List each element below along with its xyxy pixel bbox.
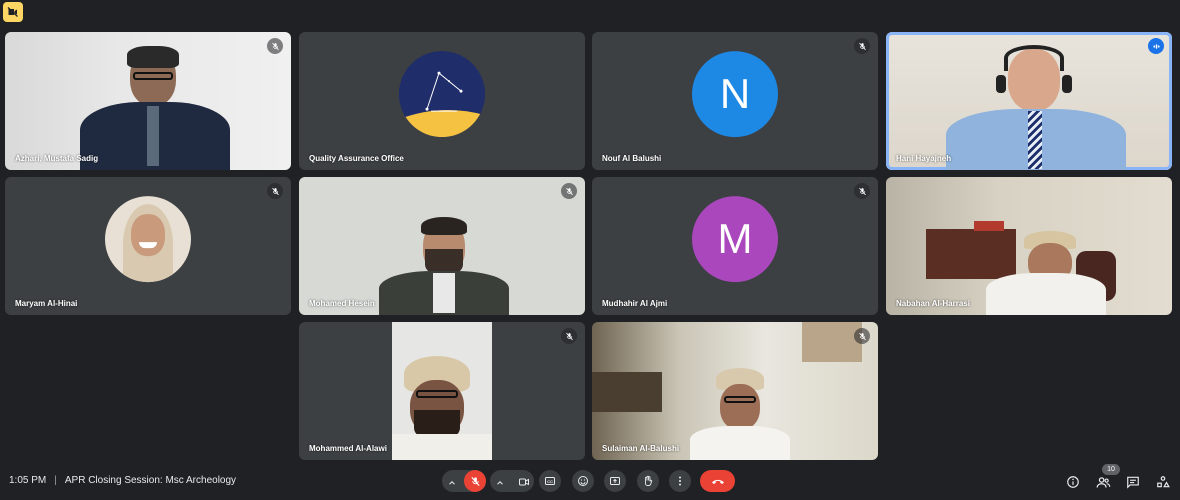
raise-hand-icon (645, 475, 653, 486)
separator: | (54, 475, 57, 486)
avatar: N (692, 51, 778, 138)
raise-hand-button[interactable] (637, 470, 659, 492)
people-button[interactable] (1094, 473, 1112, 491)
chat-icon (1127, 476, 1139, 489)
mic-off-icon (267, 38, 283, 54)
chat-button[interactable] (1124, 473, 1142, 491)
participant-video (946, 37, 1126, 170)
participant-name: Maryam Al-Hinai (15, 299, 78, 308)
meeting-info: 1:05 PM | APR Closing Session: Msc Arche… (9, 475, 236, 486)
camera-off-notice-icon[interactable] (3, 2, 23, 22)
mic-off-icon (470, 476, 480, 486)
participant-tile[interactable]: N Nouf Al Balushi (592, 32, 878, 170)
participant-name: Sulaiman Al-Balushi (602, 444, 680, 453)
participant-video (392, 322, 492, 460)
participant-name: Mudhahir Al Ajmi (602, 299, 668, 308)
participant-video (75, 42, 235, 170)
participant-name: Nouf Al Balushi (602, 154, 662, 163)
mic-off-icon (854, 183, 870, 199)
meeting-details-button[interactable] (1064, 473, 1082, 491)
participant-name: Hani Hayajneh (896, 154, 952, 163)
captions-icon: CC (545, 477, 555, 485)
speaking-indicator-icon (1148, 38, 1164, 54)
camera-options-chevron-icon[interactable] (495, 475, 505, 493)
more-options-button[interactable] (669, 470, 691, 492)
emoji-reaction-button[interactable] (572, 470, 594, 492)
participant-video (886, 177, 1172, 315)
info-icon (1067, 476, 1079, 488)
meeting-time: 1:05 PM (9, 475, 47, 486)
people-icon (1096, 476, 1110, 488)
participant-tile[interactable]: Azhari, Mustafa Sadig (5, 32, 291, 170)
activities-button[interactable] (1154, 473, 1172, 491)
mic-off-icon (561, 183, 577, 199)
participant-tile[interactable]: Sulaiman Al-Balushi (592, 322, 878, 460)
activities-icon (1157, 476, 1170, 488)
mic-options-chevron-icon[interactable] (447, 475, 457, 493)
mic-control-group (442, 470, 486, 492)
participant-tile[interactable]: Maryam Al-Hinai (5, 177, 291, 315)
participant-name: Mohammed Al-Alawi (309, 444, 387, 453)
present-icon (610, 477, 620, 485)
end-call-icon (711, 479, 724, 484)
participant-name: Mohamed Hesein (309, 299, 375, 308)
svg-text:CC: CC (547, 479, 553, 484)
participant-tile[interactable]: M Mudhahir Al Ajmi (592, 177, 878, 315)
more-icon (679, 476, 681, 486)
participant-tile[interactable]: Mohammed Al-Alawi (299, 322, 585, 460)
captions-button[interactable]: CC (539, 470, 561, 492)
mic-off-button[interactable] (464, 470, 486, 492)
camera-icon (519, 478, 529, 486)
participant-video (592, 322, 878, 460)
participant-name: Nabahan Al-Harrasi (896, 299, 970, 308)
avatar: M (692, 196, 778, 283)
end-call-button[interactable] (700, 470, 735, 492)
participant-video (379, 207, 509, 315)
participant-tile-active-speaker[interactable]: Hani Hayajneh (886, 32, 1172, 170)
participant-tile[interactable]: Quality Assurance Office (299, 32, 585, 170)
participant-name: Azhari, Mustafa Sadig (15, 154, 99, 163)
camera-control-group (490, 470, 534, 492)
mic-off-icon (267, 183, 283, 199)
camera-button[interactable] (518, 475, 530, 493)
avatar (105, 196, 191, 283)
meeting-title: APR Closing Session: Msc Archeology (64, 475, 237, 486)
emoji-icon (578, 476, 588, 486)
participant-tile[interactable]: Nabahan Al-Harrasi (886, 177, 1172, 315)
quality-assurance-logo (399, 51, 485, 138)
mic-off-icon (561, 328, 577, 344)
mic-off-icon (854, 328, 870, 344)
present-screen-button[interactable] (604, 470, 626, 492)
participant-name: Quality Assurance Office (309, 154, 404, 163)
mic-off-icon (854, 38, 870, 54)
participant-tile[interactable]: Mohamed Hesein (299, 177, 585, 315)
